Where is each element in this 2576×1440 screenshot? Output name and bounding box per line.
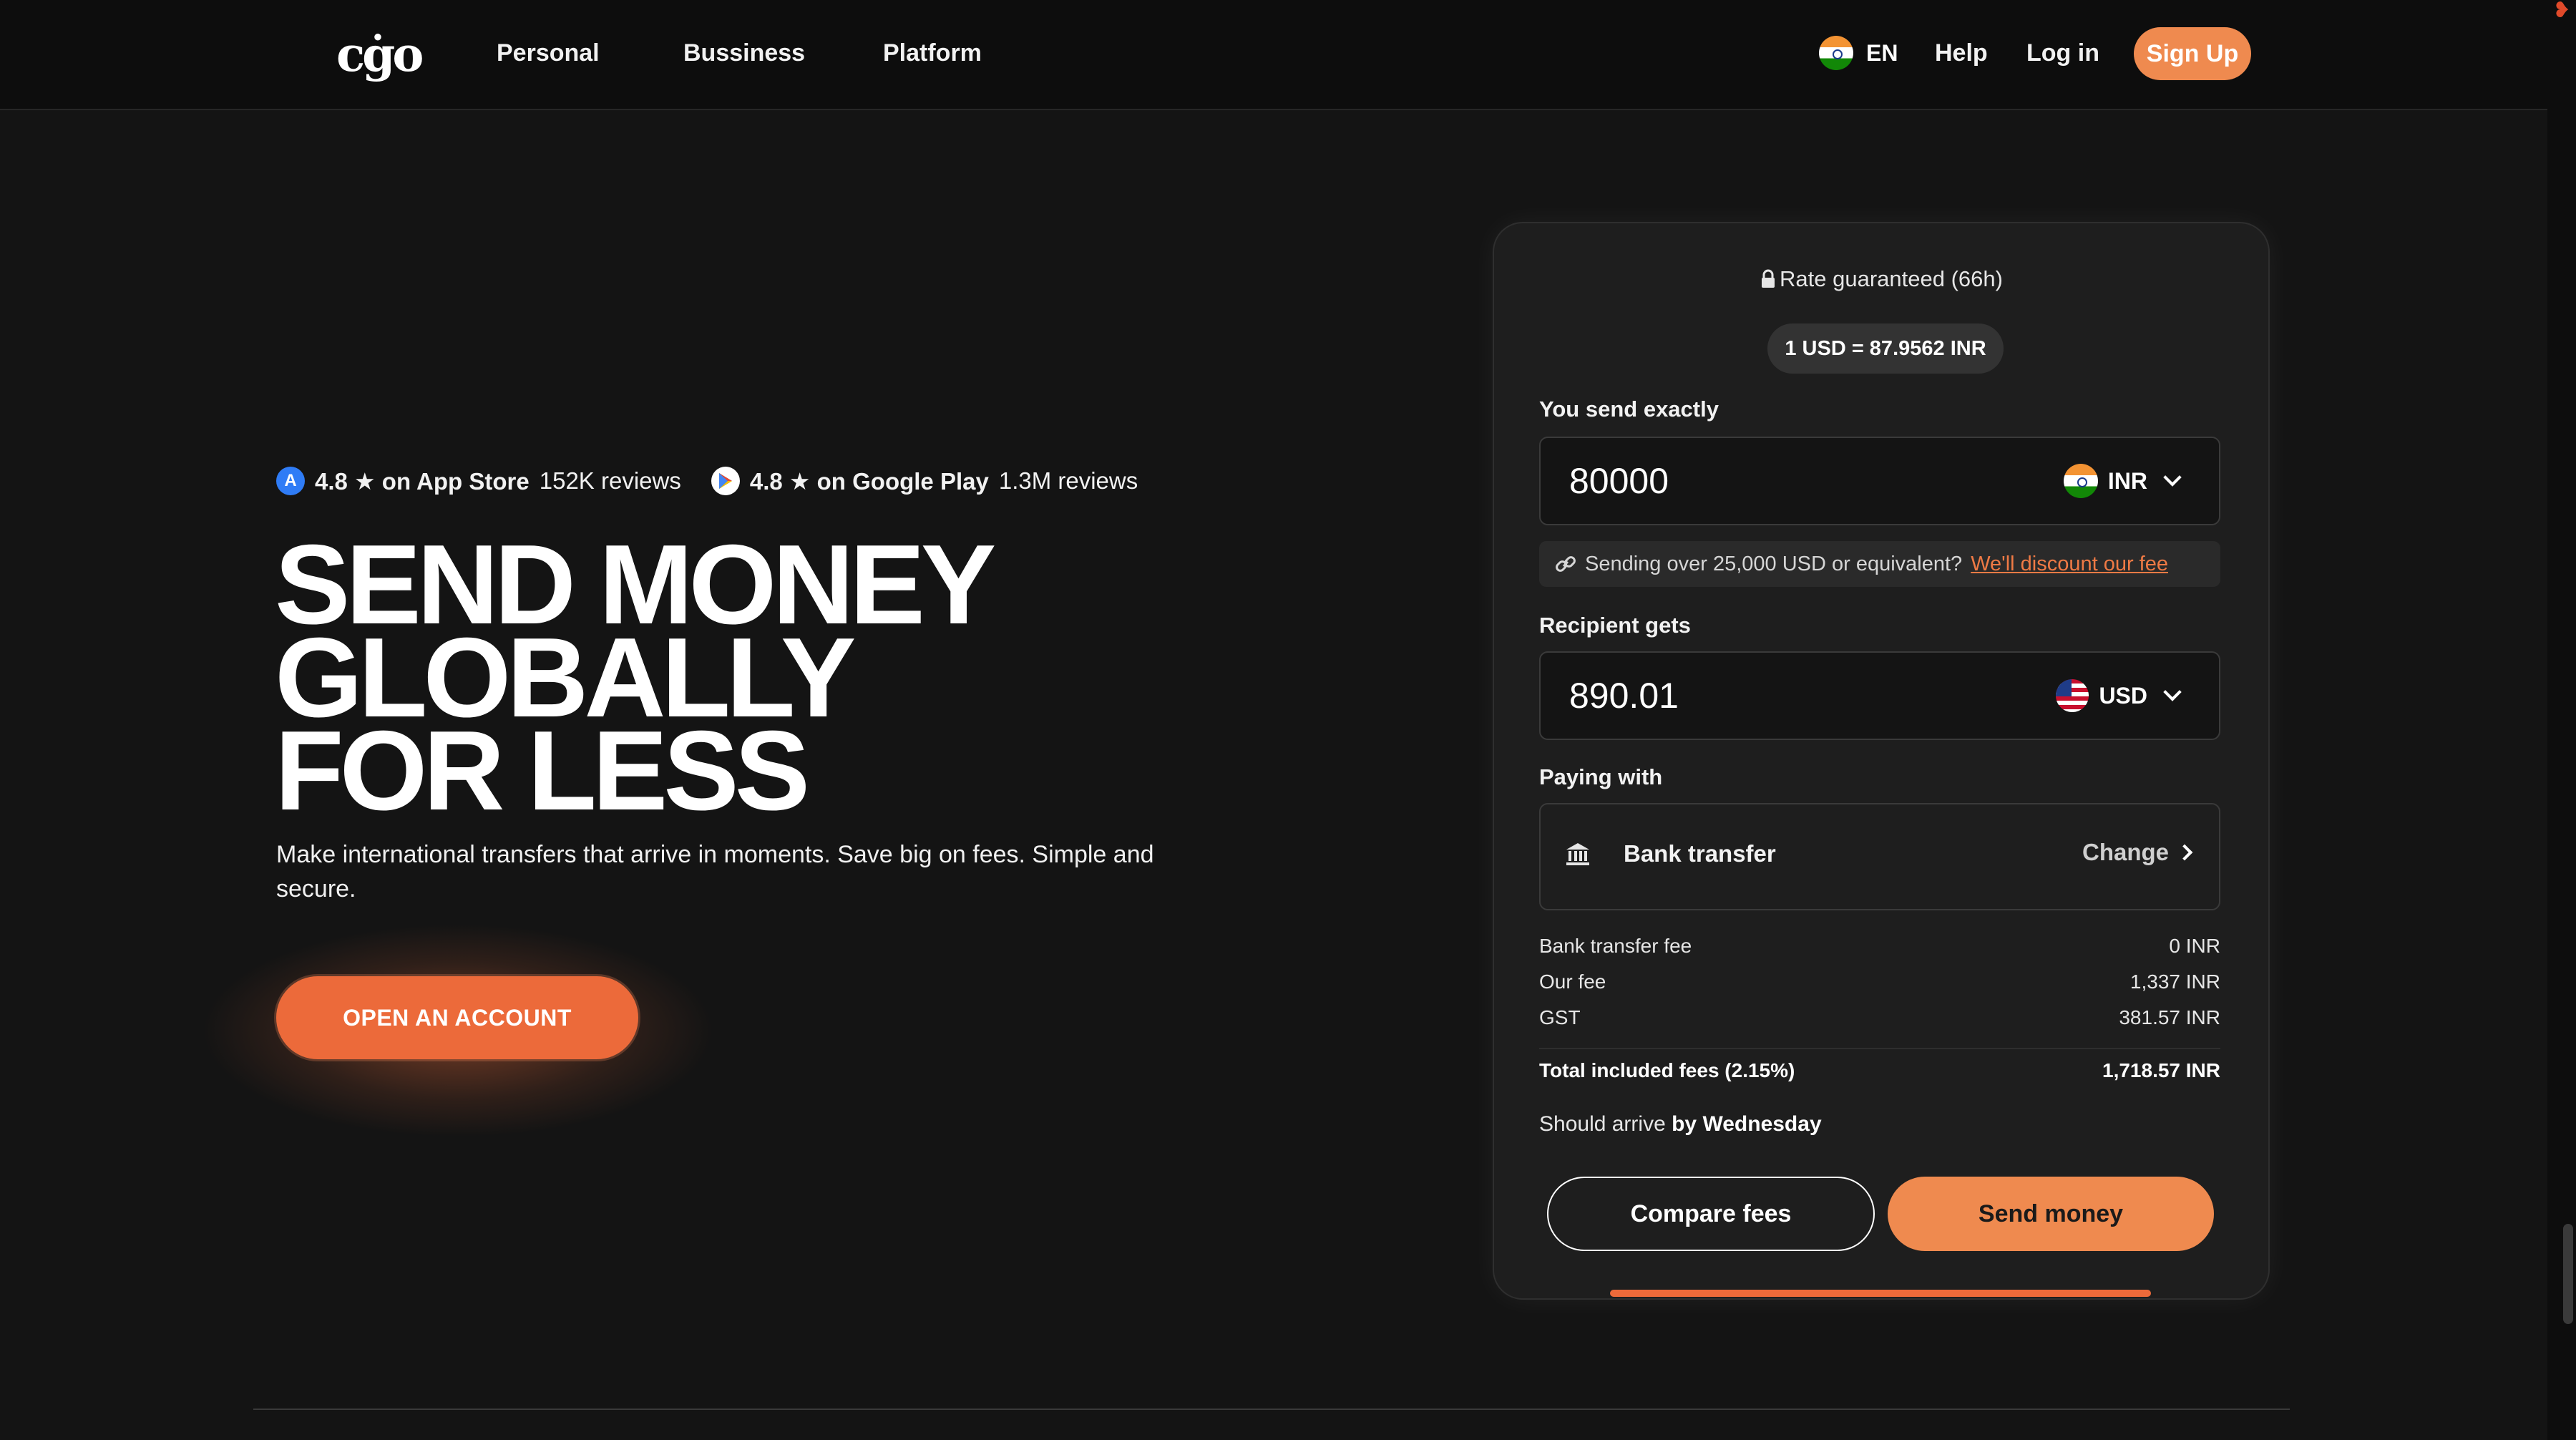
receive-currency-select[interactable]: USD [2056,653,2182,739]
chevron-down-icon [2163,468,2182,487]
fee-value: 0 INR [2169,935,2220,957]
headline-line-3: FOR LESS [275,708,810,834]
india-flag-icon [2063,464,2098,498]
help-link[interactable]: Help [1935,37,1988,69]
top-nav-bar: cġo Personal Bussiness Platform EN Help … [0,0,2547,110]
total-fee-label: Total included fees (2.15%) [1539,1059,1795,1081]
compare-fees-button[interactable]: Compare fees [1547,1177,1875,1251]
fee-label: Bank transfer fee [1539,935,1692,957]
google-play-rating[interactable]: 4.8 ★ on Google Play 1.3M reviews [711,467,1138,495]
nav-platform[interactable]: Platform [883,37,982,69]
google-play-score: 4.8 ★ on Google Play [749,467,989,495]
hero-headline: SEND MONEY GLOBALLY FOR LESS [275,528,1205,834]
nav-personal[interactable]: Personal [497,37,600,69]
total-fee-row: Total included fees (2.15%) 1,718.57 INR [1539,1059,2220,1082]
discount-banner: Sending over 25,000 USD or equivalent? W… [1539,541,2220,587]
rate-guarantee: Rate guaranteed (66h) [1494,266,2268,292]
google-play-icon [711,467,740,495]
discount-text: Sending over 25,000 USD or equivalent? [1585,552,1963,575]
usa-flag-icon [2056,679,2089,712]
fee-divider [1539,1048,2220,1049]
exchange-rate-pill: 1 USD = 87.9562 INR [1767,323,2004,374]
send-money-button[interactable]: Send money [1888,1177,2214,1251]
send-amount-input[interactable] [1569,438,1999,524]
discount-link[interactable]: We'll discount our fee [1971,553,2168,576]
fee-label: Our fee [1539,970,1606,993]
total-fee-value: 1,718.57 INR [2102,1059,2220,1081]
lock-icon [1762,269,1775,288]
chevron-right-icon [2176,844,2193,861]
send-label: You send exactly [1539,397,1719,422]
app-store-rating[interactable]: A 4.8 ★ on App Store 152K reviews [276,467,681,495]
payment-method-box[interactable]: Bank transfer Change [1539,803,2220,910]
link-icon [1556,556,1576,572]
fee-value: 1,337 INR [2129,970,2220,993]
bank-icon [1566,843,1589,865]
receive-amount-box: USD [1539,651,2220,740]
rate-guarantee-text: Rate guaranteed (66h) [1780,266,2003,291]
payment-method-label: Bank transfer [1624,840,1776,867]
fee-row: Our fee 1,337 INR [1539,970,2220,993]
fee-row: Bank transfer fee 0 INR [1539,935,2220,958]
fee-value: 381.57 INR [2119,1006,2220,1028]
section-divider [253,1409,2290,1410]
language-selector[interactable]: EN [1819,34,1898,72]
fee-row: GST 381.57 INR [1539,1006,2220,1029]
change-label: Change [2082,839,2169,865]
card-accent-bar [1610,1290,2151,1297]
arrival-prefix: Should arrive [1539,1112,1666,1136]
arrival-day: by Wednesday [1672,1112,1822,1136]
hero-subtext: Make international transfers that arrive… [276,841,1154,903]
india-flag-icon [1819,36,1853,70]
app-store-reviews: 152K reviews [539,467,681,494]
login-link[interactable]: Log in [2026,37,2099,69]
send-amount-box: INR [1539,437,2220,525]
google-play-reviews: 1.3M reviews [998,467,1138,494]
receive-currency-code: USD [2099,682,2147,709]
paying-with-label: Paying with [1539,764,1663,789]
page-scrollbar[interactable]: ❥ [2547,0,2576,1440]
app-store-icon: A [276,467,305,495]
receive-label: Recipient gets [1539,613,1691,638]
transfer-calculator-card: Rate guaranteed (66h) 1 USD = 87.9562 IN… [1494,223,2268,1298]
ratings-bar: A 4.8 ★ on App Store 152K reviews 4.8 ★ … [276,464,1168,498]
heart-icon: ❥ [2552,0,2571,22]
brand-logo[interactable]: cġo [336,27,424,82]
scrollbar-thumb[interactable] [2563,1224,2573,1324]
change-payment-button[interactable]: Change [2082,839,2193,866]
receive-amount-input[interactable] [1569,653,1999,739]
fee-label: GST [1539,1006,1581,1028]
send-currency-select[interactable]: INR [2063,438,2182,524]
language-code: EN [1866,39,1898,66]
signup-button[interactable]: Sign Up [2134,27,2251,80]
open-account-button[interactable]: OPEN AN ACCOUNT [276,976,638,1059]
send-currency-code: INR [2107,467,2147,494]
nav-business[interactable]: Bussiness [683,37,805,69]
app-store-score: 4.8 ★ on App Store [315,467,530,495]
arrival-estimate: Should arrive by Wednesday [1539,1112,1822,1137]
chevron-down-icon [2163,683,2182,701]
